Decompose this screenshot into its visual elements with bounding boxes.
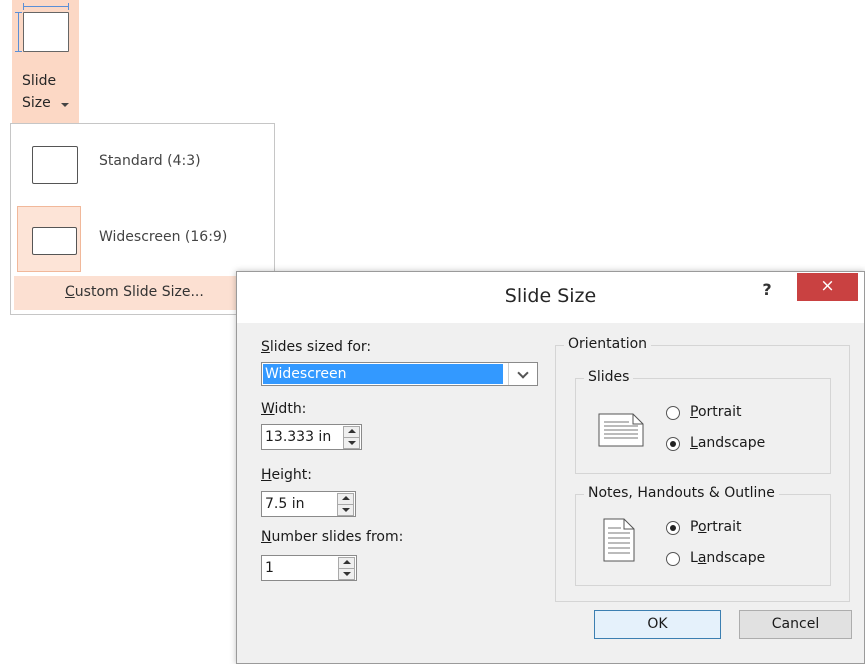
spin-down-icon[interactable]	[338, 568, 355, 580]
notes-orientation-group: Notes, Handouts & Outline Portrait Lands…	[575, 485, 831, 586]
ribbon-button-label-line1: Slide	[22, 73, 57, 89]
standard-thumb-box	[17, 130, 81, 196]
spin-down-icon[interactable]	[343, 437, 360, 449]
slides-portrait-radio[interactable]	[666, 406, 680, 420]
help-button[interactable]: ?	[755, 278, 779, 302]
slide-size-icon	[23, 12, 69, 52]
widescreen-thumb-box	[17, 206, 81, 272]
slides-portrait-label[interactable]: Portrait	[690, 404, 741, 420]
height-value[interactable]: 7.5 in	[265, 496, 304, 512]
menu-item-widescreen[interactable]: Widescreen (16:9)	[12, 202, 273, 276]
width-spin-buttons	[343, 426, 360, 449]
menu-item-label: Custom Slide Size...	[65, 284, 204, 300]
menu-item-label: Widescreen (16:9)	[99, 229, 228, 245]
dialog-titlebar: Slide Size ? ×	[237, 272, 864, 323]
orientation-label: Orientation	[564, 336, 652, 352]
slides-group-label: Slides	[584, 369, 634, 385]
ruler-left-icon	[15, 12, 22, 52]
slides-orientation-group: Slides Portrait Landscape	[575, 369, 831, 474]
ok-button[interactable]: OK	[594, 610, 721, 639]
height-spinner[interactable]: 7.5 in	[261, 491, 356, 517]
number-spin-buttons	[338, 557, 355, 580]
notes-portrait-label[interactable]: Portrait	[690, 519, 742, 535]
slides-landscape-label[interactable]: Landscape	[690, 435, 765, 451]
slides-sized-for-combo[interactable]: Widescreen	[261, 362, 538, 386]
notes-portrait-radio[interactable]	[666, 521, 680, 535]
cancel-button[interactable]: Cancel	[739, 610, 852, 639]
number-slides-from-spinner[interactable]: 1	[261, 555, 357, 581]
width-value[interactable]: 13.333 in	[265, 429, 331, 445]
number-slides-from-label: Number slides from:	[261, 529, 404, 545]
height-spin-buttons	[337, 493, 354, 516]
width-label: Width:	[261, 401, 307, 417]
dialog-body: Slides sized for: Widescreen Width: 13.3…	[243, 323, 858, 659]
number-from-value[interactable]: 1	[265, 560, 274, 576]
ribbon-button-label-line2: Size	[22, 95, 51, 111]
chevron-down-icon	[61, 103, 69, 107]
slides-sized-for-label: Slides sized for:	[261, 339, 372, 355]
portrait-page-icon	[603, 518, 635, 562]
close-button[interactable]: ×	[797, 273, 858, 301]
ruler-top-icon	[23, 3, 69, 10]
width-spinner[interactable]: 13.333 in	[261, 424, 362, 450]
notes-landscape-radio[interactable]	[666, 552, 680, 566]
spin-down-icon[interactable]	[337, 504, 354, 516]
landscape-page-icon	[598, 413, 644, 447]
notes-landscape-label[interactable]: Landscape	[690, 550, 765, 566]
combo-value: Widescreen	[263, 364, 503, 384]
widescreen-slide-icon	[32, 227, 77, 255]
slide-size-dialog: Slide Size ? × Slides sized for: Widescr…	[236, 271, 865, 664]
height-label: Height:	[261, 467, 312, 483]
slides-landscape-radio[interactable]	[666, 437, 680, 451]
orientation-group: Orientation Slides Portrait Landscape No…	[555, 336, 850, 602]
chevron-down-icon[interactable]	[508, 363, 537, 385]
menu-item-custom-slide-size[interactable]: Custom Slide Size...	[14, 276, 272, 310]
menu-item-label: Standard (4:3)	[99, 153, 201, 169]
menu-item-standard[interactable]: Standard (4:3)	[12, 126, 273, 200]
notes-group-label: Notes, Handouts & Outline	[584, 485, 779, 501]
standard-slide-icon	[32, 146, 78, 184]
slide-size-ribbon-button[interactable]: Slide Size	[12, 0, 79, 123]
